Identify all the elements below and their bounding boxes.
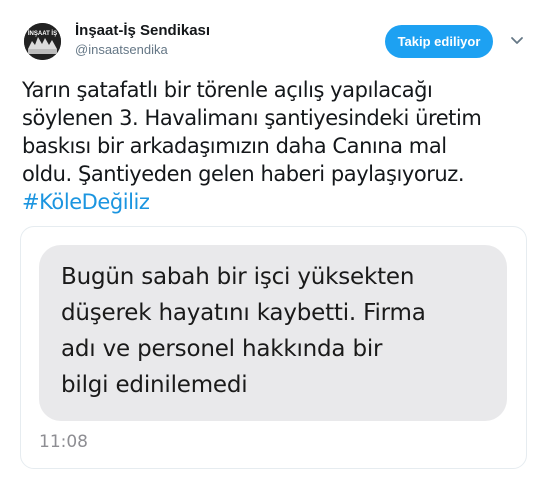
message-bubble: Bugün sabah bir işci yüksekten düşerek h… [39,245,507,421]
display-name[interactable]: İnşaat-İş Sendikası [75,22,210,39]
tweet-line: baskısı bir arkadaşımızın daha Canına ma… [22,134,447,158]
union-logo-icon: İNŞAAT İŞ [24,23,61,60]
message-line: adı ve personel hakkında bir [61,336,383,362]
message-text: Bugün sabah bir işci yüksekten düşerek h… [61,259,426,403]
message-line: düşerek hayatını kaybetti. Firma [61,300,426,326]
avatar[interactable]: İNŞAAT İŞ [24,23,61,60]
tweet-line: söylenen 3. Havalimanı şantiyesindeki ür… [22,106,482,130]
tweet-line: Yarın şatafatlı bir törenle açılış yapıl… [22,78,433,102]
media-image-card[interactable]: Bugün sabah bir işci yüksekten düşerek h… [20,226,527,469]
message-line: bilgi edinilemedi [61,372,248,398]
avatar-label: İNŞAAT İŞ [28,30,57,37]
tweet-line: oldu. Şantiyeden gelen haberi paylaşıyor… [22,162,465,186]
hashtag-link[interactable]: #KöleDeğiliz [22,190,150,214]
message-time: 11:08 [39,432,88,452]
user-handle[interactable]: @insaatsendika [75,42,168,57]
following-button[interactable]: Takip ediliyor [385,25,493,58]
message-line: Bugün sabah bir işci yüksekten [61,264,415,290]
chevron-down-icon[interactable] [508,34,526,48]
tweet-text: Yarın şatafatlı bir törenle açılış yapıl… [22,76,527,216]
